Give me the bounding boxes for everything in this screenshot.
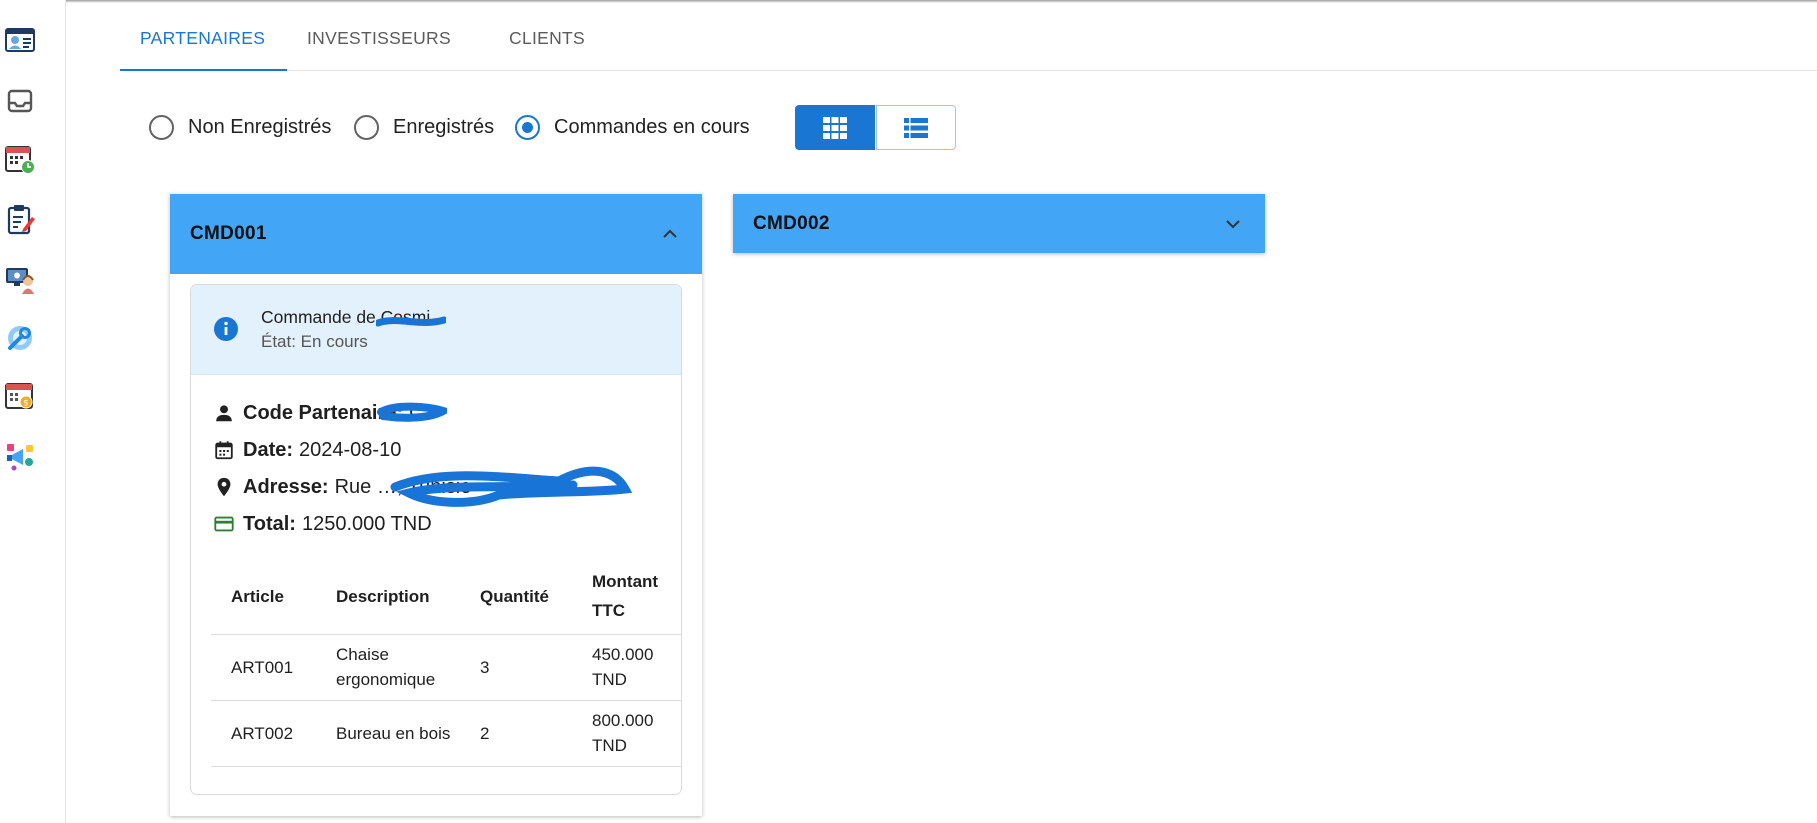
sidebar: $ (0, 0, 66, 823)
chevron-down-icon[interactable] (1221, 212, 1245, 236)
table-cell: 2 (460, 700, 572, 767)
person-icon (216, 405, 232, 422)
partner-code-value: C (409, 401, 424, 424)
active-tab-indicator (120, 69, 287, 71)
info-icon (214, 317, 238, 341)
partner-code-label: Code Partenaire: (243, 401, 404, 424)
order-alert-title: Commande de Cosmi (261, 307, 431, 327)
list-view-icon (904, 117, 928, 138)
address-row: Adresse: Rue …, Tunisie (213, 473, 471, 501)
total-row: Total: 1250.000 TND (213, 510, 432, 538)
view-toggle-group (795, 105, 956, 150)
column-header-description: Description (316, 559, 460, 635)
column-header-montant-ttc: Montant TTC (572, 559, 681, 635)
location-pin-icon (217, 477, 231, 497)
settings-wrench-icon[interactable] (4, 322, 36, 354)
calendar-clock-icon[interactable] (4, 143, 36, 175)
radio-label: Enregistrés (393, 115, 495, 138)
total-value: 1250.000 TND (301, 512, 432, 535)
order-details-panel: Commande de Cosmi État: En cours Code Pa… (190, 284, 682, 795)
table-header-row: Article Description Quantité Montant TTC (211, 559, 681, 635)
tab-investisseurs[interactable]: INVESTISSEURS (287, 0, 471, 71)
radio-commandes-en-cours[interactable]: Commandes en cours (515, 111, 750, 143)
table-cell: 3 (460, 634, 572, 701)
table-row: ART001 Chaise ergonomique 3 450.000 TND (211, 634, 681, 701)
table-cell: ART002 (211, 700, 316, 767)
calendar-icon (215, 441, 233, 460)
address-value: Rue …, Tunisie (334, 475, 472, 498)
radio-non-enregistres[interactable]: Non Enregistrés (149, 111, 331, 143)
table-cell: ART001 (211, 634, 316, 701)
order-card-header[interactable]: CMD002 (733, 194, 1265, 253)
marketing-megaphone-icon[interactable] (4, 440, 36, 472)
tab-bar: PARTENAIRES INVESTISSEURS CLIENTS (120, 0, 1817, 71)
clipboard-edit-icon[interactable] (4, 203, 36, 235)
date-row: Date: 2024-08-10 (213, 436, 401, 464)
partner-code-row: Code Partenaire: C (213, 399, 424, 427)
radio-enregistres[interactable]: Enregistrés (354, 111, 494, 143)
inbox-icon[interactable] (4, 85, 36, 117)
radio-label: Commandes en cours (554, 115, 750, 138)
radio-label: Non Enregistrés (188, 115, 332, 138)
address-label: Adresse: (243, 475, 329, 498)
date-value: 2024-08-10 (299, 438, 402, 461)
list-view-button[interactable] (876, 105, 956, 150)
radio-unchecked-icon[interactable] (149, 114, 174, 140)
order-id: CMD002 (753, 212, 830, 234)
chevron-up-icon[interactable] (658, 222, 682, 246)
order-items-table: Article Description Quantité Montant TTC… (211, 559, 681, 767)
table-cell: 450.000 TND (572, 634, 681, 701)
grid-view-icon (823, 116, 847, 139)
order-status-text: État: En cours (261, 332, 368, 351)
order-card-cmd002: CMD002 (733, 194, 1265, 253)
column-header-quantite: Quantité (460, 559, 572, 635)
grid-view-button[interactable] (795, 105, 875, 150)
table-row: ART002 Bureau en bois 2 800.000 TND (211, 700, 681, 767)
total-label: Total: (243, 512, 296, 535)
order-card-cmd001: CMD001 Commande de Cosmi État: En cours … (170, 194, 702, 816)
radio-unchecked-icon[interactable] (354, 114, 379, 140)
tab-clients[interactable]: CLIENTS (489, 0, 605, 71)
date-label: Date: (243, 438, 294, 461)
profile-card-icon[interactable] (4, 24, 36, 56)
credit-card-icon (214, 516, 234, 532)
support-agent-icon[interactable] (4, 263, 36, 295)
order-id: CMD001 (190, 223, 267, 244)
table-cell: 800.000 TND (572, 700, 681, 767)
svg-text:$: $ (23, 399, 29, 409)
table-cell: Bureau en bois (316, 700, 460, 767)
order-card-header[interactable]: CMD001 (170, 194, 702, 274)
tab-partenaires[interactable]: PARTENAIRES (120, 0, 285, 71)
radio-checked-icon[interactable] (515, 114, 540, 140)
column-header-article: Article (211, 559, 316, 635)
order-info-alert: Commande de Cosmi État: En cours (191, 285, 681, 375)
calendar-dollar-icon[interactable]: $ (4, 380, 36, 412)
table-cell: Chaise ergonomique (316, 634, 460, 701)
